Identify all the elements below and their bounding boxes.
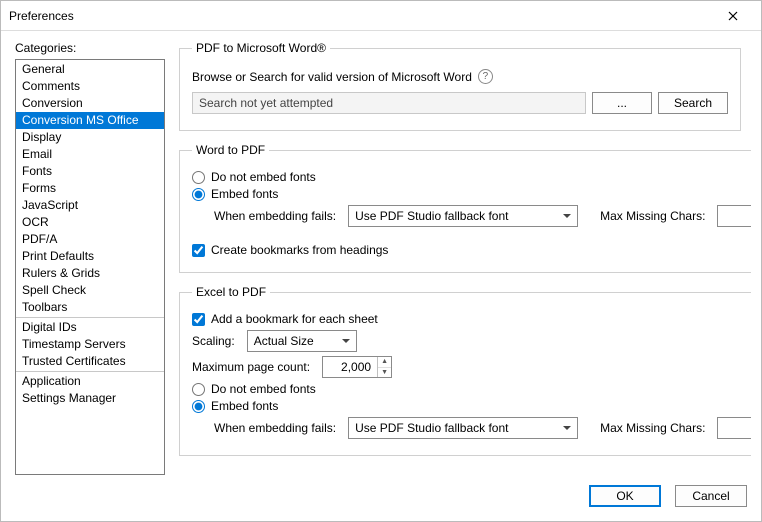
category-item[interactable]: Trusted Certificates [16, 353, 164, 370]
content-pane: PDF to Microsoft Word® Browse or Search … [165, 41, 751, 475]
category-item[interactable]: Print Defaults [16, 248, 164, 265]
browse-button[interactable]: ... [592, 92, 652, 114]
category-item[interactable]: JavaScript [16, 197, 164, 214]
word-radio-embed-label: Embed fonts [211, 187, 278, 201]
category-item[interactable]: Digital IDs [16, 319, 164, 336]
category-item[interactable]: Email [16, 146, 164, 163]
dialog-button-bar: OK Cancel [1, 475, 761, 521]
category-item[interactable]: Conversion [16, 95, 164, 112]
category-item[interactable]: Display [16, 129, 164, 146]
word-bookmarks-check[interactable]: Create bookmarks from headings [192, 243, 751, 257]
word-fallback-value: Use PDF Studio fallback font [355, 209, 508, 223]
word-radio-no-embed-label: Do not embed fonts [211, 170, 316, 184]
category-item[interactable]: Spell Check [16, 282, 164, 299]
word-radio-embed[interactable]: Embed fonts [192, 187, 751, 201]
excel-radio-embed-label: Embed fonts [211, 399, 278, 413]
excel-maxpages-value: 2,000 [323, 357, 377, 377]
group-excel-to-pdf: Excel to PDF Add a bookmark for each she… [179, 285, 751, 456]
category-item[interactable]: Toolbars [16, 299, 164, 316]
category-item[interactable]: Forms [16, 180, 164, 197]
categories-column: Categories: GeneralCommentsConversionCon… [15, 41, 165, 475]
excel-fallback-select[interactable]: Use PDF Studio fallback font [348, 417, 578, 439]
excel-sheet-bookmark-label: Add a bookmark for each sheet [211, 312, 378, 326]
category-item[interactable]: Conversion MS Office [16, 112, 164, 129]
excel-fallback-value: Use PDF Studio fallback font [355, 421, 508, 435]
category-item[interactable]: Timestamp Servers [16, 336, 164, 353]
word-max-missing-spinner[interactable]: 5 ▲▼ [717, 205, 751, 227]
excel-sheet-bookmark-check-input[interactable] [192, 313, 205, 326]
group-pdf-to-word: PDF to Microsoft Word® Browse or Search … [179, 41, 741, 131]
close-icon [728, 11, 738, 21]
categories-list[interactable]: GeneralCommentsConversionConversion MS O… [15, 59, 165, 475]
excel-radio-no-embed[interactable]: Do not embed fonts [192, 382, 751, 396]
word-bookmarks-check-input[interactable] [192, 244, 205, 257]
word-radio-no-embed-input[interactable] [192, 171, 205, 184]
excel-maxpages-spinner[interactable]: 2,000 ▲▼ [322, 356, 392, 378]
word-fallback-label: When embedding fails: [214, 209, 336, 223]
category-item[interactable]: Application [16, 373, 164, 390]
excel-scaling-select[interactable]: Actual Size [247, 330, 357, 352]
excel-scaling-label: Scaling: [192, 334, 235, 348]
word-max-missing-value: 5 [718, 206, 751, 226]
group-word-to-pdf: Word to PDF Do not embed fonts Embed fon… [179, 143, 751, 273]
word-radio-embed-input[interactable] [192, 188, 205, 201]
category-item[interactable]: PDF/A [16, 231, 164, 248]
excel-maxpages-label: Maximum page count: [192, 360, 310, 374]
word-max-missing-label: Max Missing Chars: [600, 209, 705, 223]
titlebar: Preferences [1, 1, 761, 31]
excel-max-missing-label: Max Missing Chars: [600, 421, 705, 435]
excel-sheet-bookmark-check[interactable]: Add a bookmark for each sheet [192, 312, 751, 326]
excel-fallback-label: When embedding fails: [214, 421, 336, 435]
category-item[interactable]: OCR [16, 214, 164, 231]
pdf-to-word-instruction: Browse or Search for valid version of Mi… [192, 70, 472, 84]
categories-label: Categories: [15, 41, 165, 55]
close-button[interactable] [713, 2, 753, 30]
window-title: Preferences [9, 9, 713, 23]
group-excel-to-pdf-legend: Excel to PDF [192, 285, 270, 299]
search-button[interactable]: Search [658, 92, 728, 114]
spinner-down-icon[interactable]: ▼ [378, 368, 391, 378]
excel-radio-embed[interactable]: Embed fonts [192, 399, 751, 413]
spinner-up-icon[interactable]: ▲ [378, 357, 391, 368]
excel-max-missing-value: 5 [718, 418, 751, 438]
excel-radio-embed-input[interactable] [192, 400, 205, 413]
category-item[interactable]: Fonts [16, 163, 164, 180]
word-bookmarks-label: Create bookmarks from headings [211, 243, 388, 257]
word-radio-no-embed[interactable]: Do not embed fonts [192, 170, 751, 184]
category-item[interactable]: Settings Manager [16, 390, 164, 407]
group-word-to-pdf-legend: Word to PDF [192, 143, 269, 157]
category-separator [16, 371, 164, 372]
excel-radio-no-embed-label: Do not embed fonts [211, 382, 316, 396]
excel-scaling-value: Actual Size [254, 334, 314, 348]
cancel-button[interactable]: Cancel [675, 485, 747, 507]
group-pdf-to-word-legend: PDF to Microsoft Word® [192, 41, 330, 55]
help-icon[interactable]: ? [478, 69, 493, 84]
word-fallback-select[interactable]: Use PDF Studio fallback font [348, 205, 578, 227]
category-separator [16, 317, 164, 318]
category-item[interactable]: General [16, 61, 164, 78]
excel-max-missing-spinner[interactable]: 5 ▲▼ [717, 417, 751, 439]
word-search-status: Search not yet attempted [192, 92, 586, 114]
ok-button[interactable]: OK [589, 485, 661, 507]
excel-radio-no-embed-input[interactable] [192, 383, 205, 396]
preferences-window: Preferences Categories: GeneralCommentsC… [0, 0, 762, 522]
category-item[interactable]: Comments [16, 78, 164, 95]
category-item[interactable]: Rulers & Grids [16, 265, 164, 282]
